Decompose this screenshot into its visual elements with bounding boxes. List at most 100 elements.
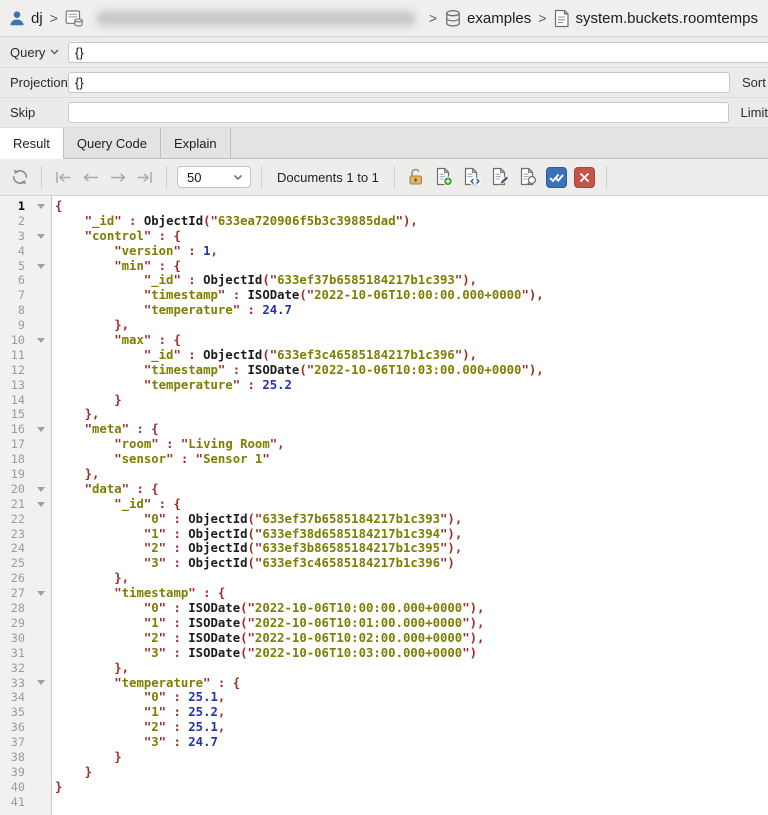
code-text: "temperature" : 24.7 [51,303,292,318]
breadcrumb-collection-label: system.buckets.roomtemps [575,10,758,27]
code-line: 32 }, [0,661,768,676]
code-text: }, [51,467,99,482]
add-document-button[interactable] [433,165,456,189]
code-line: 25 "3" : ObjectId("633ef3c46585184217b1c… [0,556,768,571]
breadcrumb-user[interactable]: dj [8,9,43,27]
fold-column[interactable] [30,497,51,512]
line-number: 14 [0,393,30,408]
refresh-button[interactable] [8,165,31,189]
view-document-icon [462,167,482,187]
toolbar-separator [41,166,42,188]
fold-toggle-icon[interactable] [37,591,45,596]
code-line: 5 "min" : { [0,259,768,274]
next-page-button[interactable] [106,165,129,189]
code-line: 39 } [0,765,768,780]
toolbar-separator [394,166,395,188]
fold-toggle-icon[interactable] [37,487,45,492]
line-number: 6 [0,273,30,288]
fold-column [30,214,51,229]
fold-toggle-icon[interactable] [37,502,45,507]
view-document-button[interactable] [461,165,484,189]
fold-column[interactable] [30,333,51,348]
breadcrumb-server[interactable] [65,9,84,28]
fold-column [30,378,51,393]
code-line: 29 "1" : ISODate("2022-10-06T10:01:00.00… [0,616,768,631]
page-size-select[interactable]: 50 [177,166,251,188]
first-page-button[interactable] [52,165,75,189]
breadcrumb-collection[interactable]: system.buckets.roomtemps [553,9,758,28]
toolbar-separator [261,166,262,188]
refresh-icon [10,167,30,187]
fold-column[interactable] [30,229,51,244]
delete-icon [574,167,595,188]
code-line: 9 }, [0,318,768,333]
projection-input[interactable] [68,72,730,93]
sort-label: Sort [730,75,768,90]
fold-column [30,631,51,646]
code-text: "1" : 25.2, [51,705,225,720]
query-input[interactable] [68,42,768,63]
code-text: "timestamp" : ISODate("2022-10-06T10:00:… [51,288,544,303]
inspect-document-icon [518,167,538,187]
fold-toggle-icon[interactable] [37,234,45,239]
line-number: 11 [0,348,30,363]
code-text: "_id" : ObjectId("633ef37b6585184217b1c3… [51,273,477,288]
validate-documents-button[interactable] [545,165,568,189]
fold-column[interactable] [30,482,51,497]
code-line: 16 "meta" : { [0,422,768,437]
tab-result[interactable]: Result [0,128,64,159]
line-number: 36 [0,720,30,735]
line-number: 16 [0,422,30,437]
fold-column [30,720,51,735]
lock-icon [406,167,426,187]
fold-column[interactable] [30,676,51,691]
code-text: "_id" : ObjectId("633ef3c46585184217b1c3… [51,348,477,363]
inspect-document-button[interactable] [517,165,540,189]
breadcrumb-database[interactable]: examples [444,9,531,28]
code-text: "meta" : { [51,422,159,437]
result-tab-bar: Result Query Code Explain [0,128,768,159]
code-text [51,795,55,810]
query-label[interactable]: Query [10,45,68,60]
fold-column [30,571,51,586]
code-text: } [51,765,92,780]
delete-document-button[interactable] [573,165,596,189]
fold-toggle-icon[interactable] [37,338,45,343]
line-number: 30 [0,631,30,646]
code-text: "temperature" : { [51,676,240,691]
json-editor[interactable]: 1{2 "_id" : ObjectId("633ea720906f5b3c39… [0,196,768,815]
breadcrumb: dj > > examples > [0,0,768,37]
prev-page-button[interactable] [79,165,102,189]
fold-toggle-icon[interactable] [37,680,45,685]
code-line: 23 "1" : ObjectId("633ef38d6585184217b1c… [0,527,768,542]
code-text: "_id" : ObjectId("633ea720906f5b3c39885d… [51,214,418,229]
code-line: 20 "data" : { [0,482,768,497]
edit-document-button[interactable] [489,165,512,189]
fold-column[interactable] [30,259,51,274]
fold-toggle-icon[interactable] [37,204,45,209]
code-text: } [51,750,122,765]
fold-column [30,780,51,795]
skip-input[interactable] [68,102,729,123]
fold-column[interactable] [30,199,51,214]
fold-column[interactable] [30,586,51,601]
fold-toggle-icon[interactable] [37,264,45,269]
line-number: 32 [0,661,30,676]
lock-button[interactable] [405,165,428,189]
fold-column[interactable] [30,422,51,437]
last-page-button[interactable] [133,165,156,189]
tab-explain[interactable]: Explain [161,128,231,158]
code-text: } [51,393,122,408]
fold-column [30,467,51,482]
fold-toggle-icon[interactable] [37,427,45,432]
fold-column [30,661,51,676]
code-text: "3" : 24.7 [51,735,218,750]
line-number: 40 [0,780,30,795]
tab-query-code[interactable]: Query Code [64,128,161,158]
code-text: "sensor" : "Sensor 1" [51,452,270,467]
line-number: 28 [0,601,30,616]
fold-column [30,407,51,422]
limit-label: Limit [729,105,768,120]
fold-column [30,795,51,810]
fold-column [30,318,51,333]
